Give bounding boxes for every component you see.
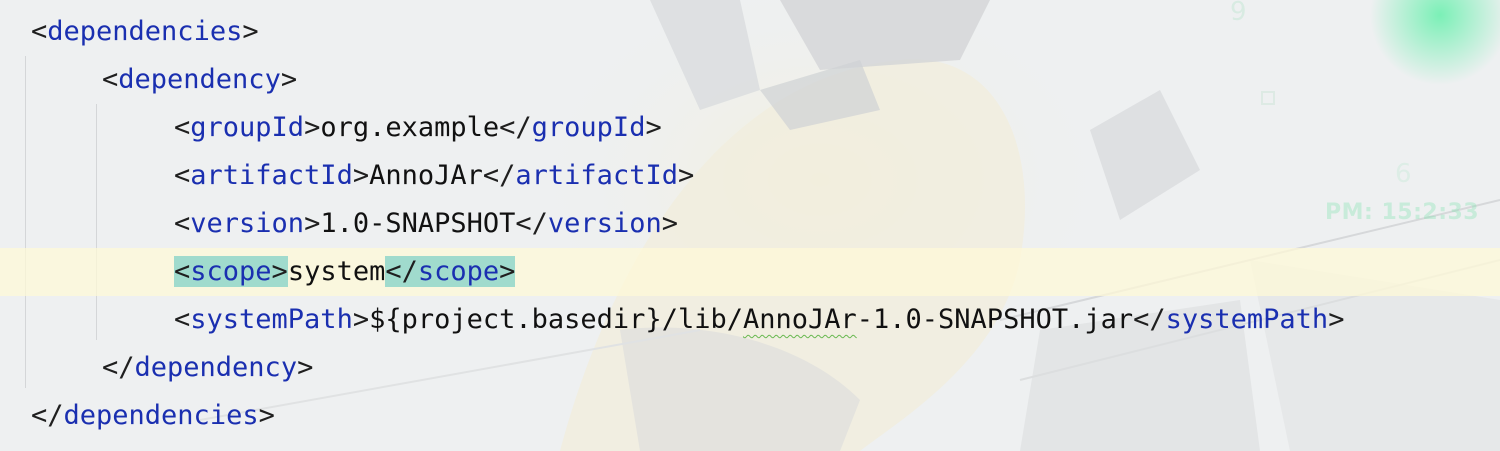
tag-name: groupId [190, 112, 305, 143]
tag-name: scope [190, 256, 272, 287]
tag-name: artifactId [515, 160, 678, 191]
code-line[interactable]: <groupId>org.example</groupId> [0, 104, 1500, 152]
spellcheck-flagged-word[interactable]: AnnoJAr [743, 304, 857, 335]
tag-name: dependency [118, 64, 281, 95]
code-line[interactable]: <dependencies> [0, 8, 1500, 56]
tag-name: scope [417, 256, 500, 287]
code-line[interactable]: <version>1.0-SNAPSHOT</version> [0, 200, 1500, 248]
code-editor[interactable]: <dependencies> <dependency> <groupId>org… [0, 0, 1500, 451]
tag-name: groupId [531, 112, 646, 143]
tag-value: -1.0-SNAPSHOT.jar [856, 304, 1134, 335]
tag-name: systemPath [190, 304, 353, 335]
tag-match-highlight: <scope> [174, 256, 288, 287]
code-line[interactable]: </dependencies> [0, 392, 1500, 440]
tag-value: ${project.basedir}/lib/ [369, 304, 743, 335]
tag-value: AnnoJAr [369, 160, 483, 191]
tag-name: dependency [134, 352, 298, 383]
tag-value: 1.0-SNAPSHOT [320, 208, 516, 239]
tag-name: dependencies [63, 400, 259, 431]
tag-value: system [287, 256, 386, 287]
tag-value: org.example [320, 112, 500, 143]
code-line[interactable]: <artifactId>AnnoJAr</artifactId> [0, 152, 1500, 200]
code-line[interactable]: <systemPath>${project.basedir}/lib/AnnoJ… [0, 296, 1500, 344]
code-line[interactable]: <dependency> [0, 56, 1500, 104]
tag-name: systemPath [1165, 304, 1329, 335]
tag-name: artifactId [190, 160, 353, 191]
tag-name: version [547, 208, 662, 239]
tag-name: dependencies [47, 16, 243, 47]
code-line-current[interactable]: <scope>system</scope> [0, 248, 1500, 296]
code-line[interactable]: </dependency> [0, 344, 1500, 392]
tag-name: version [190, 208, 305, 239]
tag-match-highlight: </scope> [385, 256, 516, 287]
